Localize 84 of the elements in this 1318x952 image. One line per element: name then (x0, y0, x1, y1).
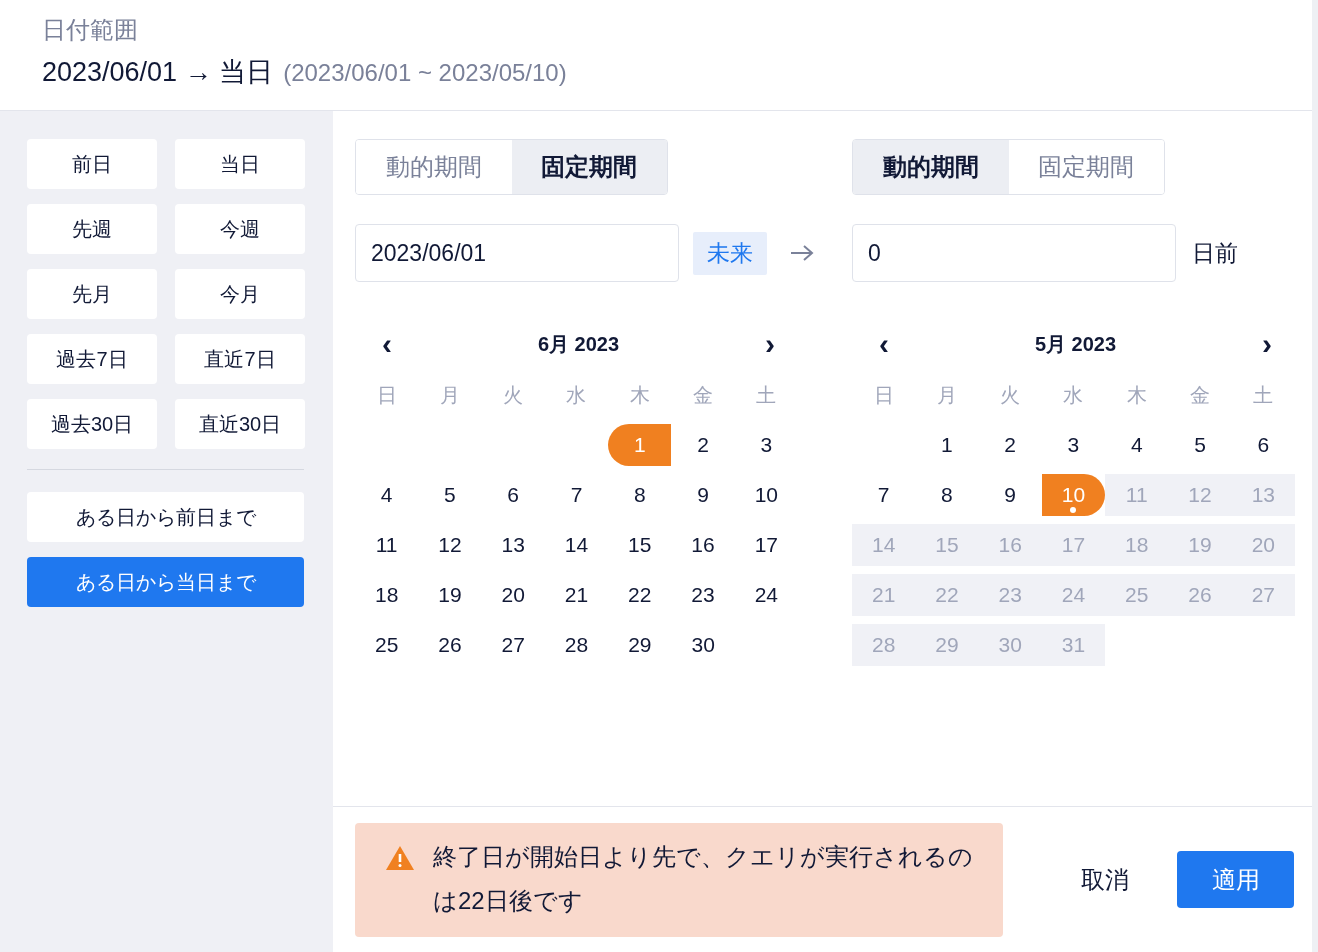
calendar-day[interactable]: 10 (734, 474, 798, 516)
weekday-label: 金 (1189, 382, 1212, 408)
calendar-day[interactable]: 19 (418, 574, 482, 616)
calendar-day[interactable]: 12 (418, 524, 482, 566)
warning-message: 終了日が開始日より先で、クエリが実行されるのは22日後です (433, 841, 973, 916)
calendar-day[interactable]: 23 (671, 574, 735, 616)
weekday-label: 金 (692, 382, 715, 408)
cancel-button[interactable]: 取消 (1081, 863, 1129, 896)
calendar-day[interactable]: 2 (671, 424, 735, 466)
date-range-label: 日付範囲 (42, 15, 139, 45)
calendar-day[interactable]: 24 (734, 574, 798, 616)
warning-icon (385, 844, 415, 871)
calendar-day[interactable]: 18 (355, 574, 419, 616)
preset-button[interactable]: 先週 (27, 204, 157, 254)
weekday-label: 水 (1062, 382, 1085, 408)
next-month-button[interactable]: › (1259, 327, 1275, 361)
weekday-label: 土 (755, 382, 778, 408)
preset-button[interactable]: 先月 (27, 269, 157, 319)
range-dates: (2023/06/01 ~ 2023/05/10) (283, 59, 567, 87)
calendar-day[interactable]: 8 (915, 474, 979, 516)
calendar-day[interactable]: 1 (915, 424, 979, 466)
preset-button[interactable]: 過去30日 (27, 399, 157, 449)
calendar-day[interactable]: 15 (608, 524, 672, 566)
next-month-button[interactable]: › (762, 327, 778, 361)
range-preset-button[interactable]: ある日から当日まで (27, 557, 304, 607)
arrow-right-icon (789, 243, 815, 263)
weekday-label: 木 (1125, 382, 1148, 408)
preset-button[interactable]: 今月 (175, 269, 305, 319)
weekday-label: 土 (1252, 382, 1275, 408)
calendar-day[interactable]: 7 (852, 474, 916, 516)
start-date-field[interactable]: 2023/06/01 (355, 224, 679, 282)
preset-button[interactable]: 過去7日 (27, 334, 157, 384)
calendar-day[interactable]: 25 (355, 624, 419, 666)
calendar-day[interactable]: 22 (608, 574, 672, 616)
previous-month-button[interactable]: ‹ (379, 327, 395, 361)
calendar-day[interactable]: 14 (544, 524, 609, 566)
weekday-label: 日 (872, 382, 895, 408)
calendar-day[interactable]: 6 (1231, 424, 1295, 466)
calendar-day[interactable]: 5 (418, 474, 482, 516)
weekday-label: 月 (935, 382, 958, 408)
mode-tab[interactable]: 動的期間 (853, 140, 1009, 194)
range-preset-button[interactable]: ある日から前日まで (27, 492, 304, 542)
calendar-day[interactable]: 8 (608, 474, 672, 516)
month-title: 5月 2023 (1034, 331, 1117, 357)
calendar-day[interactable]: 11 (355, 524, 419, 566)
calendar-day[interactable]: 20 (481, 574, 545, 616)
calendar-day[interactable]: 9 (978, 474, 1042, 516)
calendar-day[interactable]: 27 (481, 624, 545, 666)
calendar-day[interactable]: 17 (734, 524, 798, 566)
unit-label: 日前 (1192, 238, 1238, 268)
calendar-day[interactable]: 21 (544, 574, 609, 616)
calendar-day[interactable]: 16 (671, 524, 735, 566)
days-ago-field[interactable]: 0 (852, 224, 1176, 282)
weekday-label: 木 (628, 382, 651, 408)
calendar-day[interactable]: 28 (544, 624, 609, 666)
calendar-day[interactable]: 6 (481, 474, 545, 516)
preset-button[interactable]: 直近7日 (175, 334, 305, 384)
preset-button[interactable]: 当日 (175, 139, 305, 189)
future-badge: 未来 (693, 231, 767, 275)
preset-button[interactable]: 今週 (175, 204, 305, 254)
calendar-day[interactable]: 4 (355, 474, 419, 516)
weekday-label: 日 (375, 382, 398, 408)
calendar-day[interactable]: 5 (1168, 424, 1232, 466)
weekday-label: 火 (502, 382, 525, 408)
range-summary: 2023/06/01 → 当日 (42, 56, 274, 89)
calendar-day[interactable]: 7 (544, 474, 609, 516)
calendar-day[interactable]: 9 (671, 474, 735, 516)
mode-tab[interactable]: 固定期間 (511, 140, 667, 194)
calendar-day[interactable]: 30 (671, 624, 735, 666)
weekday-label: 火 (999, 382, 1022, 408)
calendar-day[interactable]: 2 (978, 424, 1042, 466)
apply-button[interactable]: 適用 (1177, 851, 1294, 908)
calendar-day[interactable]: 13 (481, 524, 545, 566)
weekday-label: 月 (438, 382, 461, 408)
calendar-day[interactable]: 3 (734, 424, 798, 466)
weekday-label: 水 (565, 382, 588, 408)
preset-button[interactable]: 前日 (27, 139, 157, 189)
month-title: 6月 2023 (537, 331, 620, 357)
previous-month-button[interactable]: ‹ (876, 327, 892, 361)
calendar-day[interactable]: 4 (1105, 424, 1169, 466)
calendar-day[interactable]: 26 (418, 624, 482, 666)
calendar-day[interactable]: 29 (608, 624, 672, 666)
calendar-day[interactable]: 3 (1041, 424, 1106, 466)
preset-button[interactable]: 直近30日 (175, 399, 305, 449)
